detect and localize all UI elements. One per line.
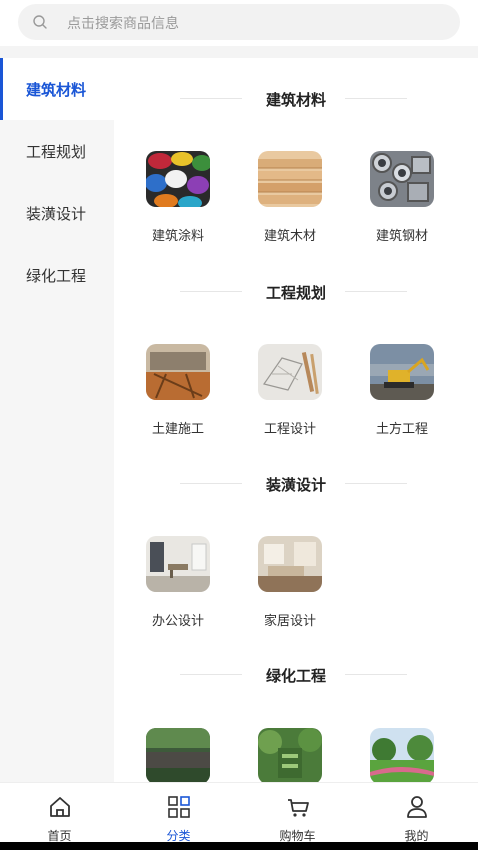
tab-home[interactable]: 首页 (0, 783, 119, 843)
product-item-earthwork[interactable]: 土方工程 (357, 344, 447, 444)
product-item-paint[interactable]: 建筑涂料 (133, 151, 223, 251)
sidebar-item-decoration-design[interactable]: 装潢设计 (0, 182, 114, 244)
steel-pipes-image (370, 151, 434, 207)
living-room-image (258, 536, 322, 592)
paint-cans-image (146, 151, 210, 207)
title-divider-right (345, 483, 407, 484)
product-item-engineering-design[interactable]: 工程设计 (245, 344, 335, 444)
sidebar-item-label: 建筑材料 (26, 81, 87, 99)
search-input[interactable]: 点击搜索商品信息 (18, 4, 460, 40)
category-content: 建筑材料 建筑涂料 建筑木材 建筑钢材 工程规划 土建施工 工程设计 土方工程 … (114, 58, 478, 782)
product-item-office-design[interactable]: 办公设计 (133, 536, 223, 636)
app-root: 点击搜索商品信息 建筑材料 工程规划 装潢设计 绿化工程 建筑材料 建筑涂料 建… (0, 0, 478, 850)
section-title: 建筑材料 (114, 87, 478, 111)
section-title: 装潢设计 (114, 472, 478, 496)
user-icon (407, 796, 427, 818)
sidebar-item-greening-project[interactable]: 绿化工程 (0, 244, 114, 306)
section-title-text: 建筑材料 (265, 91, 326, 109)
garden-path-image (146, 728, 210, 782)
product-item-greening-1[interactable] (133, 728, 223, 782)
sidebar-item-label: 工程规划 (26, 143, 87, 161)
bottom-tab-bar: 首页 分类 购物车 我的 (0, 782, 478, 843)
search-icon (33, 15, 47, 29)
product-item-home-design[interactable]: 家居设计 (245, 536, 335, 636)
product-name: 建筑钢材 (375, 229, 428, 244)
section-title-text: 工程规划 (265, 284, 326, 302)
tab-profile[interactable]: 我的 (357, 783, 476, 843)
title-divider-right (345, 291, 407, 292)
section-title-text: 绿化工程 (265, 667, 326, 685)
search-bar-area: 点击搜索商品信息 (0, 0, 478, 46)
sidebar-item-building-materials[interactable]: 建筑材料 (0, 58, 114, 120)
green-building-image (258, 728, 322, 782)
product-item-timber[interactable]: 建筑木材 (245, 151, 335, 251)
product-item-civil-construction[interactable]: 土建施工 (133, 344, 223, 444)
product-item-greening-3[interactable] (357, 728, 447, 782)
title-divider-right (345, 674, 407, 675)
excavator-image (370, 344, 434, 400)
tab-category[interactable]: 分类 (119, 783, 238, 843)
screen-bottom-edge (0, 842, 478, 850)
category-icon (168, 796, 190, 818)
product-name: 建筑木材 (263, 229, 316, 244)
lawn-landscape-image (370, 728, 434, 782)
title-divider-right (345, 98, 407, 99)
category-sidebar: 建筑材料 工程规划 装潢设计 绿化工程 (0, 58, 114, 782)
tab-cart[interactable]: 购物车 (238, 783, 357, 843)
blueprint-image (258, 344, 322, 400)
active-indicator (0, 58, 3, 120)
section-title: 绿化工程 (114, 663, 478, 687)
home-icon (50, 797, 70, 817)
sidebar-item-engineering-planning[interactable]: 工程规划 (0, 120, 114, 182)
product-name: 家居设计 (263, 614, 316, 629)
product-item-steel[interactable]: 建筑钢材 (357, 151, 447, 251)
header-divider (0, 46, 478, 58)
sidebar-item-label: 装潢设计 (26, 205, 87, 223)
product-name: 土建施工 (151, 422, 204, 437)
product-name: 土方工程 (375, 422, 428, 437)
product-name: 工程设计 (263, 422, 316, 437)
office-interior-image (146, 536, 210, 592)
product-name: 建筑涂料 (151, 229, 204, 244)
product-name: 办公设计 (151, 614, 204, 629)
construction-site-image (146, 344, 210, 400)
section-title: 工程规划 (114, 280, 478, 304)
cart-icon (288, 799, 309, 817)
search-placeholder: 点击搜索商品信息 (67, 16, 179, 32)
product-item-greening-2[interactable] (245, 728, 335, 782)
timber-planks-image (258, 151, 322, 207)
sidebar-item-label: 绿化工程 (26, 267, 87, 285)
section-title-text: 装潢设计 (265, 476, 326, 494)
